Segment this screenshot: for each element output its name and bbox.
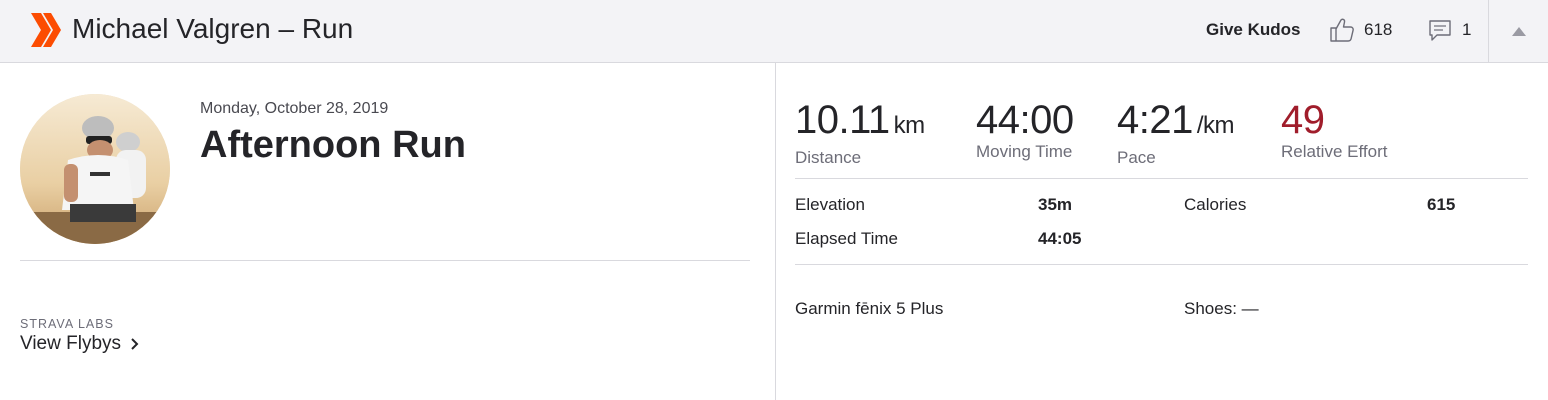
activity-date: Monday, October 28, 2019 [200, 100, 389, 117]
chevron-right-icon [131, 338, 139, 350]
comment-icon [1429, 20, 1451, 41]
give-kudos-button[interactable]: Give Kudos [1206, 20, 1300, 40]
stats-divider [795, 178, 1528, 179]
avatar-photo [20, 94, 170, 244]
caret-up-icon [1511, 27, 1526, 36]
collapse-button[interactable] [1489, 0, 1548, 63]
calories-label: Calories [1184, 195, 1247, 214]
pace-unit: /km [1196, 112, 1235, 139]
comments-button[interactable]: 1 [1428, 18, 1471, 42]
column-divider [775, 63, 776, 400]
view-flybys-label: View Flybys [20, 333, 122, 354]
pace-value: 4:21 [1117, 98, 1193, 142]
elevation-value: 35m [1038, 195, 1073, 214]
details-divider [795, 264, 1528, 265]
strava-labs-label: STRAVA LABS [20, 317, 114, 331]
thumbs-up-icon [1330, 18, 1354, 42]
strava-chevron-logo[interactable] [31, 13, 63, 47]
distance-label: Distance [795, 148, 862, 167]
view-flybys-link[interactable]: View Flybys [20, 333, 139, 355]
elapsed-time-value: 44:05 [1038, 229, 1082, 248]
elevation-label: Elevation [795, 195, 865, 214]
athlete-avatar[interactable] [20, 94, 170, 244]
distance-unit: km [893, 112, 926, 139]
kudos-count-button[interactable]: 618 [1328, 16, 1392, 44]
left-divider [20, 260, 750, 261]
distance-value: 10.11 [795, 98, 890, 142]
moving-time-label: Moving Time [976, 142, 1073, 161]
calories-value: 615 [1427, 195, 1456, 214]
device-name: Garmin fēnix 5 Plus [795, 299, 944, 318]
moving-time-value: 44:00 [976, 98, 1074, 142]
elapsed-time-label: Elapsed Time [795, 229, 898, 248]
comment-count: 1 [1462, 20, 1472, 39]
stat-moving-time: 44:00 Moving Time [976, 98, 1074, 162]
pace-label: Pace [1117, 148, 1156, 167]
stat-distance: 10.11 km Distance [795, 98, 925, 168]
activity-header: Michael Valgren – Run Give Kudos 618 1 [0, 0, 1548, 63]
relative-effort-label: Relative Effort [1281, 142, 1388, 161]
stat-pace: 4:21/km Pace [1117, 98, 1235, 168]
relative-effort-value: 49 [1281, 98, 1325, 142]
shoes-info: Shoes: — [1184, 299, 1259, 318]
athlete-activity-title: Michael Valgren – Run [72, 13, 354, 44]
activity-name: Afternoon Run [200, 124, 466, 166]
stat-relative-effort[interactable]: 49 Relative Effort [1281, 98, 1387, 162]
kudos-count: 618 [1364, 20, 1393, 39]
